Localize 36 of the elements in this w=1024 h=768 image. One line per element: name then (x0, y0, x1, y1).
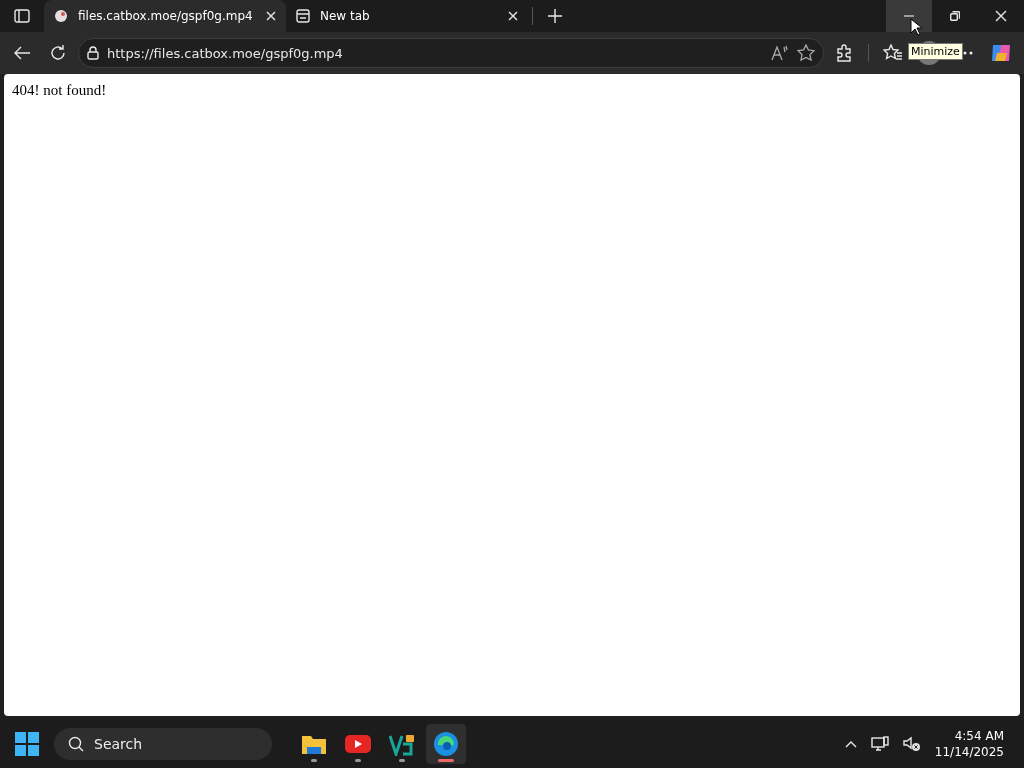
favorites-icon[interactable] (883, 44, 903, 62)
vpn-icon (389, 732, 415, 756)
play-icon (345, 735, 371, 753)
lock-icon (87, 46, 99, 60)
error-message: 404! not found! (12, 82, 107, 99)
address-bar[interactable]: https://files.catbox.moe/gspf0g.mp4 (78, 38, 824, 68)
new-tab-icon (296, 9, 310, 23)
puzzle-icon[interactable] (835, 44, 853, 62)
mouse-cursor-icon (910, 18, 922, 36)
minimize-button[interactable] (886, 0, 932, 32)
refresh-icon[interactable] (49, 44, 67, 62)
browser-tab[interactable]: New tab (286, 0, 528, 32)
taskbar-app-button[interactable] (426, 724, 466, 764)
chevron-up-icon[interactable] (844, 740, 857, 748)
close-icon[interactable] (266, 11, 276, 21)
clock-date[interactable]: 11/14/2025 (934, 744, 1004, 760)
search-icon (68, 736, 84, 752)
plus-icon[interactable] (548, 9, 562, 23)
folder-icon (301, 733, 327, 755)
sidebar-panel-icon[interactable] (14, 8, 30, 24)
cat-favicon-icon (54, 9, 68, 23)
close-icon[interactable] (508, 11, 518, 21)
read-aloud-icon[interactable] (771, 45, 789, 61)
browser-tab[interactable]: files.catbox.moe/gspf0g.mp4 (44, 0, 286, 32)
restore-icon[interactable] (950, 11, 960, 21)
close-icon[interactable] (995, 10, 1007, 22)
browser-icon (433, 731, 459, 757)
back-arrow-icon[interactable] (13, 45, 31, 61)
tooltip: Minimize (908, 43, 963, 60)
taskbar-search-field[interactable]: Search (54, 728, 272, 760)
clock-time[interactable]: 4:54 AM (954, 728, 1004, 744)
favorite-star-icon[interactable] (797, 44, 815, 62)
minimize-icon (904, 15, 914, 17)
start-icon[interactable] (14, 731, 40, 757)
network-icon[interactable] (870, 736, 889, 752)
speaker-muted-icon[interactable] (902, 736, 921, 752)
